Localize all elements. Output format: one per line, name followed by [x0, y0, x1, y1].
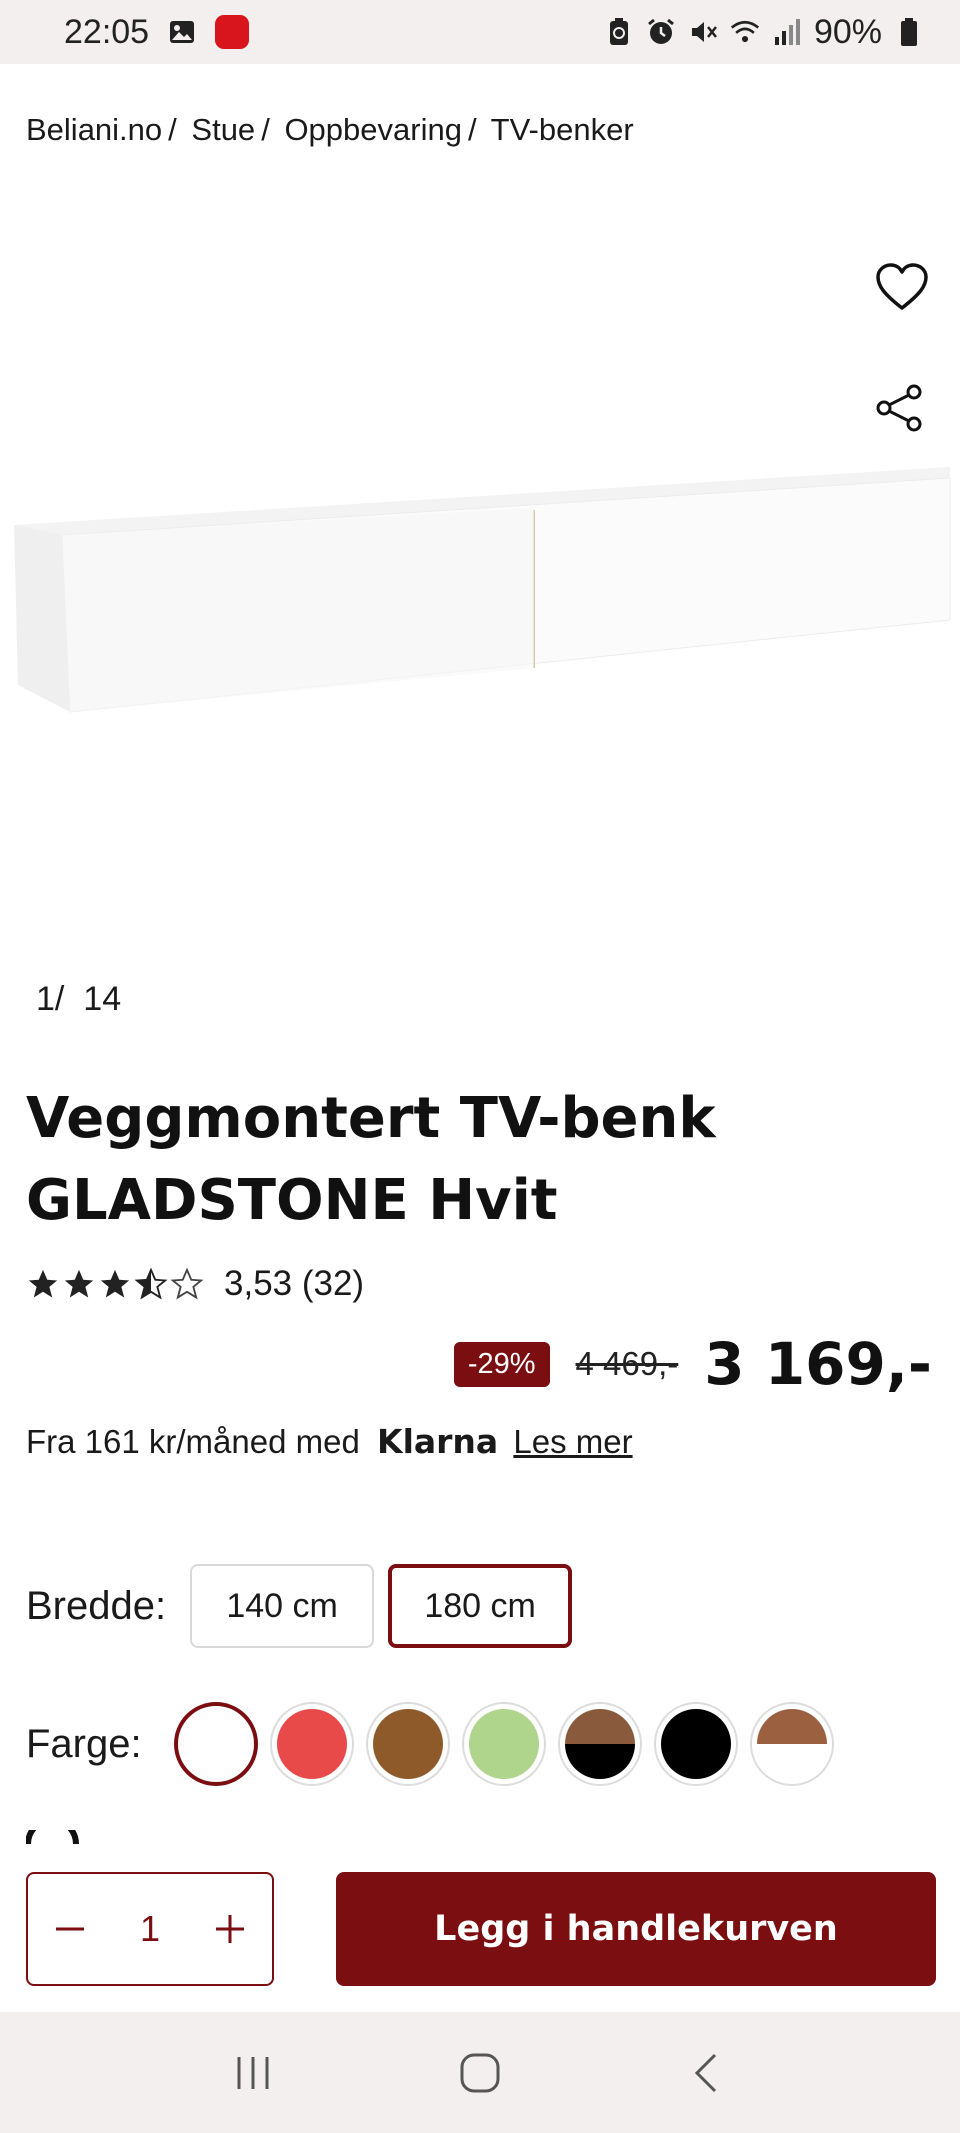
signal-icon — [772, 17, 802, 47]
color-label: Farge: — [26, 1721, 142, 1766]
breadcrumb: Beliani.no / Stue / Oppbevaring / TV-benker — [26, 112, 640, 148]
slide-current: 1 — [36, 980, 55, 1018]
share-icon[interactable] — [874, 382, 926, 434]
star-full-icon — [100, 1269, 130, 1298]
width-label: Bredde: — [26, 1583, 167, 1628]
klarna-text: Fra 161 kr/måned med — [26, 1423, 360, 1460]
breadcrumb-separator: / — [261, 112, 270, 147]
alarm-icon — [646, 17, 676, 47]
color-selector: Farge: — [26, 1702, 834, 1786]
star-half-icon — [134, 1267, 168, 1300]
recent-apps-icon[interactable] — [223, 2043, 283, 2103]
product-image-gallery[interactable] — [0, 160, 960, 960]
system-nav-bar — [0, 2012, 960, 2133]
color-dot — [372, 1709, 443, 1779]
breadcrumb-separator: / — [467, 112, 477, 147]
product-title-line2: GLADSTONE Hvit — [26, 1168, 558, 1233]
color-swatch-green[interactable] — [461, 1702, 546, 1786]
star-empty-icon — [170, 1267, 204, 1300]
battery-percent: 90% — [813, 12, 882, 51]
product-image — [14, 467, 951, 713]
star-full-icon — [64, 1269, 94, 1298]
color-swatch-white[interactable] — [173, 1702, 258, 1786]
breadcrumb-item-home[interactable]: Beliani.no — [26, 112, 162, 147]
plus-icon — [216, 1915, 244, 1943]
color-dot — [660, 1709, 731, 1779]
add-to-cart-button[interactable]: Legg i handlekurven — [336, 1872, 936, 1986]
minus-icon — [56, 1927, 84, 1931]
color-dot — [756, 1709, 827, 1779]
slide-separator: / — [54, 980, 65, 1018]
color-swatches — [173, 1702, 834, 1786]
klarna-logo: Klarna — [377, 1422, 499, 1461]
home-icon[interactable] — [450, 2043, 510, 2103]
color-swatch-brown-white[interactable] — [749, 1702, 834, 1786]
klarna-financing: Fra 161 kr/måned med Klarna Les mer — [26, 1422, 633, 1461]
breadcrumb-separator: / — [168, 112, 177, 147]
klarna-read-more-link[interactable]: Les mer — [513, 1423, 632, 1460]
mute-icon — [688, 17, 718, 47]
product-title: Veggmontert TV-benk GLADSTONE Hvit — [26, 1078, 926, 1242]
product-rating[interactable]: 3,53 (32) — [26, 1264, 364, 1304]
current-price: 3 169,- — [704, 1330, 932, 1398]
price-row: -29% 4 469,- 3 169,- — [453, 1330, 932, 1398]
color-dot — [180, 1709, 251, 1779]
slide-total: 14 — [83, 980, 122, 1018]
width-option-140[interactable]: 140 cm — [190, 1564, 375, 1648]
old-price: 4 469,- — [575, 1345, 679, 1382]
star-full-icon — [28, 1269, 58, 1298]
color-swatch-black[interactable] — [653, 1702, 738, 1786]
wifi-icon — [730, 17, 760, 47]
decrease-quantity-button[interactable] — [46, 1905, 94, 1953]
status-bar: 22:05 90% — [0, 0, 960, 64]
rating-text: 3,53 (32) — [224, 1264, 365, 1303]
color-dot — [468, 1709, 539, 1779]
back-icon[interactable] — [677, 2043, 737, 2103]
slide-counter: 1/ 14 — [36, 980, 121, 1019]
favorite-heart-icon[interactable] — [874, 260, 930, 316]
color-swatch-red[interactable] — [269, 1702, 354, 1786]
quantity-stepper: 1 — [26, 1872, 274, 1986]
sticky-cart-bar: 1 Legg i handlekurven — [0, 1846, 960, 2012]
color-dot — [276, 1709, 347, 1779]
breadcrumb-item-tv-benker[interactable]: TV-benker — [491, 112, 634, 147]
width-selector: Bredde: 140 cm 180 cm — [26, 1564, 573, 1648]
hidden-info-row — [26, 1830, 926, 1844]
gallery-notification-icon — [167, 17, 197, 47]
product-title-line1: Veggmontert TV-benk — [26, 1086, 716, 1151]
color-swatch-brown-black[interactable] — [557, 1702, 642, 1786]
color-swatch-brown[interactable] — [365, 1702, 450, 1786]
status-time: 22:05 — [64, 12, 150, 51]
rating-stars — [26, 1267, 204, 1301]
quantity-value[interactable]: 1 — [140, 1908, 160, 1950]
battery-saver-icon — [604, 17, 634, 47]
width-option-180[interactable]: 180 cm — [388, 1564, 573, 1648]
breadcrumb-item-oppbevaring[interactable]: Oppbevaring — [284, 112, 462, 147]
app-notification-icon — [215, 15, 250, 49]
battery-icon — [894, 17, 924, 47]
color-dot — [564, 1709, 635, 1779]
increase-quantity-button[interactable] — [206, 1905, 254, 1953]
breadcrumb-item-stue[interactable]: Stue — [191, 112, 255, 147]
discount-badge: -29% — [453, 1341, 550, 1387]
